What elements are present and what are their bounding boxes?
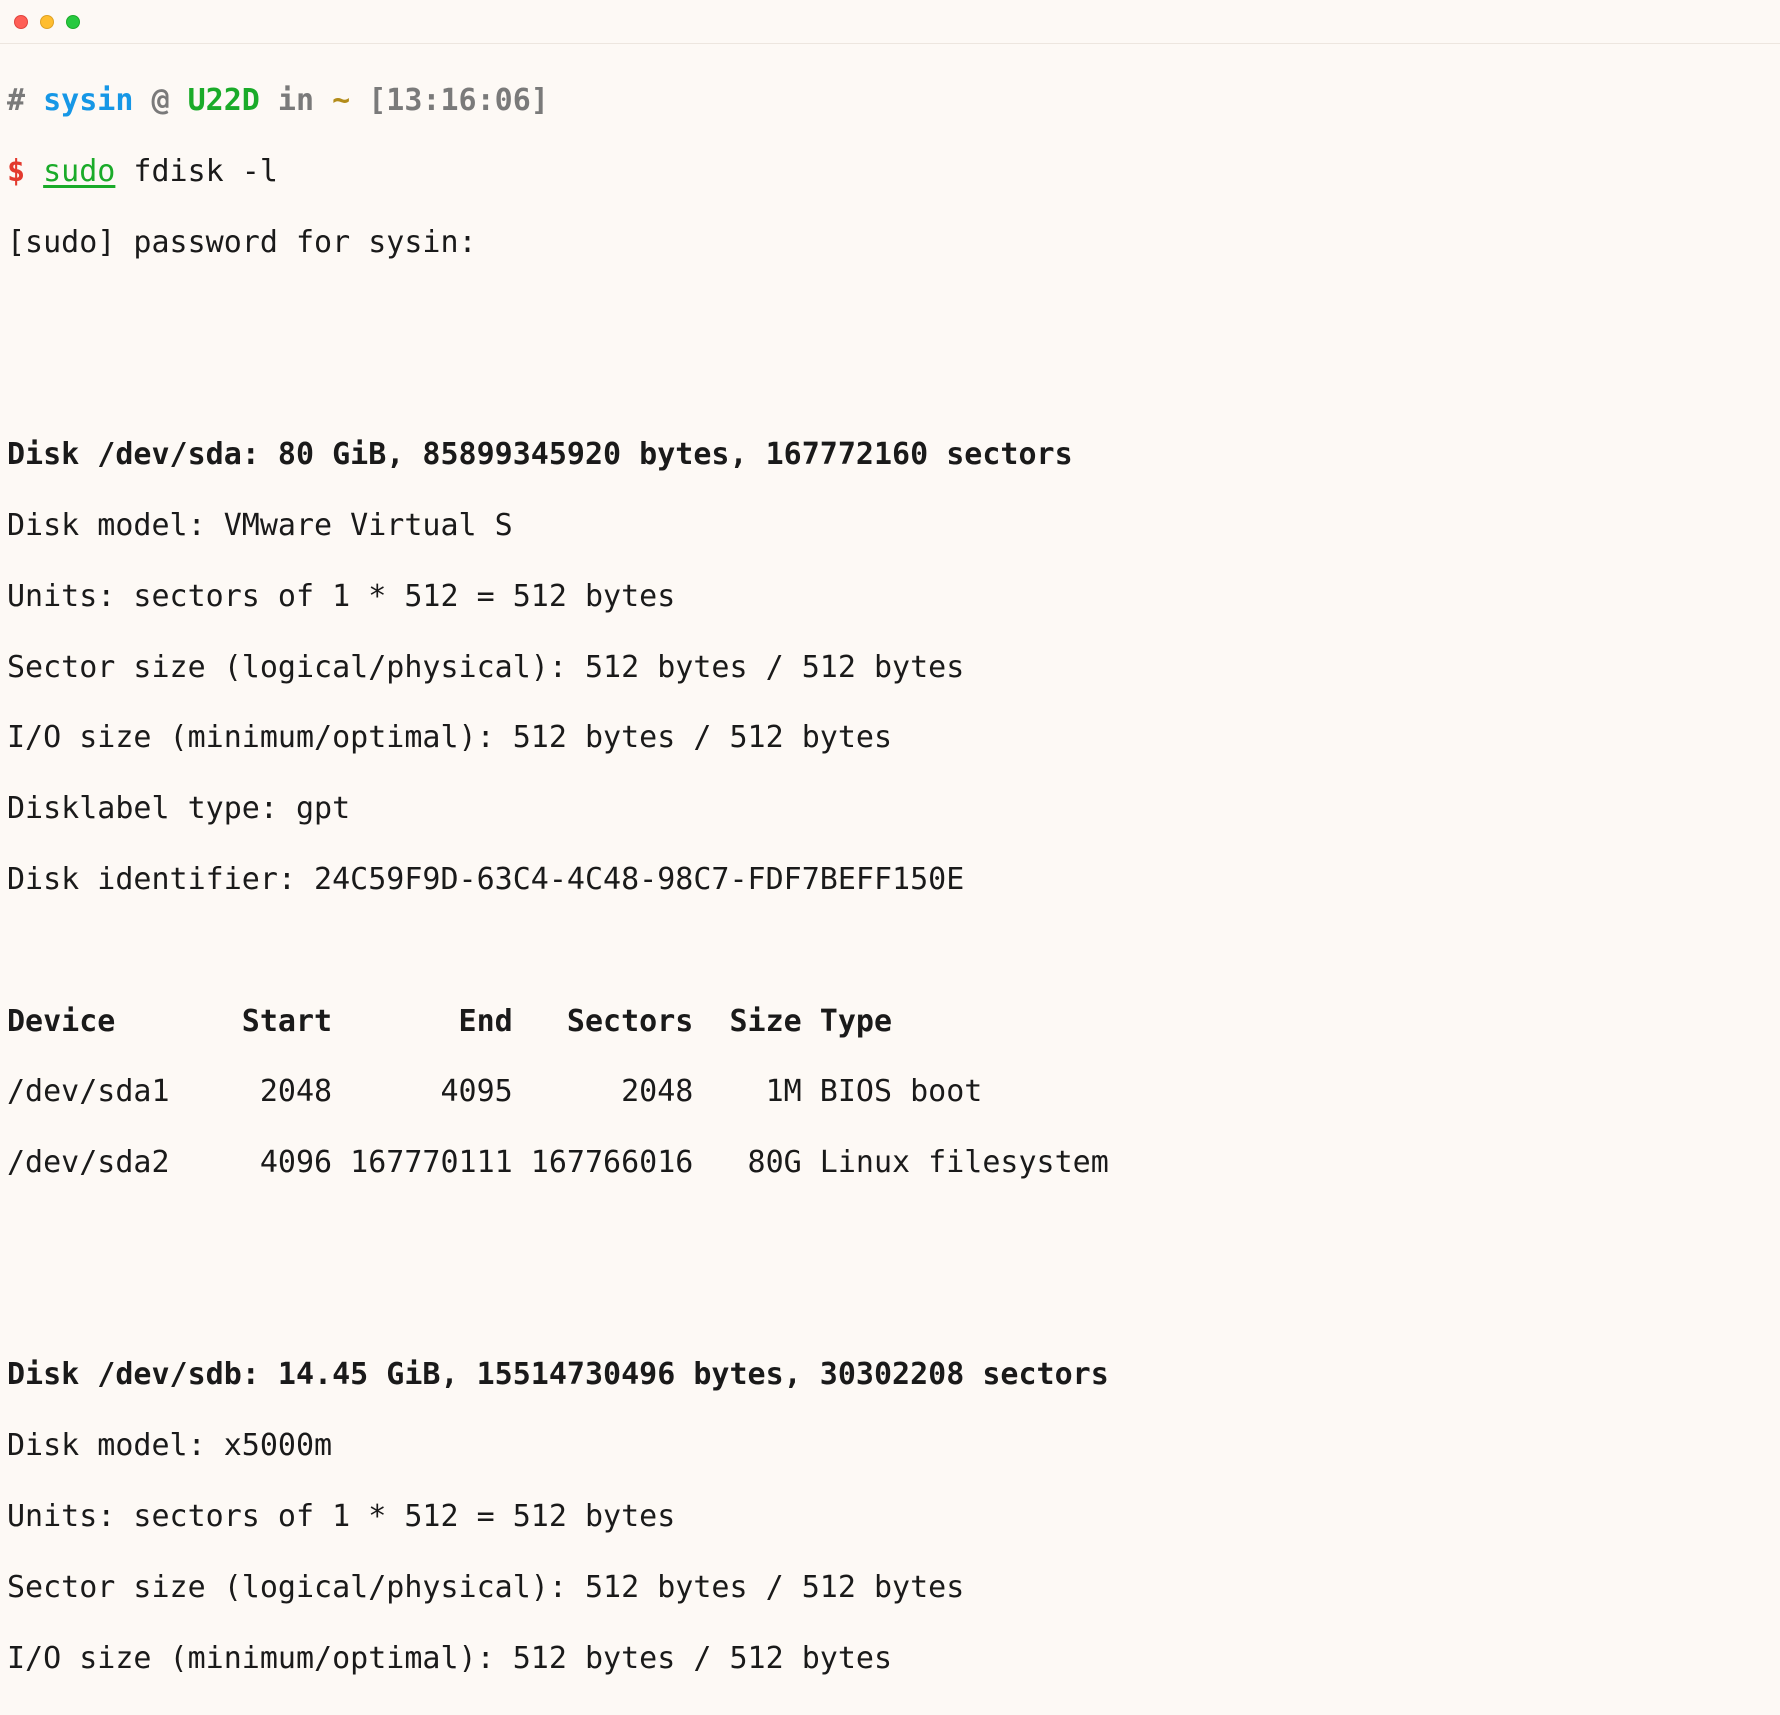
table-row: /dev/sda2 4096 167770111 167766016 80G L… bbox=[7, 1145, 1773, 1180]
disk2-header: Disk /dev/sdb: 14.45 GiB, 15514730496 by… bbox=[7, 1357, 1773, 1392]
sudo-password-prompt: [sudo] password for sysin: bbox=[7, 225, 1773, 260]
terminal-area[interactable]: # sysin @ U22D in ~ [13:16:06] $ sudo fd… bbox=[0, 44, 1780, 1715]
disk1-io-size: I/O size (minimum/optimal): 512 bytes / … bbox=[7, 720, 1773, 755]
table-row: /dev/sda1 2048 4095 2048 1M BIOS boot bbox=[7, 1074, 1773, 1109]
window-minimize-button[interactable] bbox=[40, 15, 54, 29]
prompt-at: @ bbox=[133, 83, 187, 118]
prompt-dollar: $ bbox=[7, 154, 25, 189]
prompt-hash: # bbox=[7, 83, 25, 118]
prompt-cwd: ~ bbox=[332, 83, 350, 118]
prompt-line-1: # sysin @ U22D in ~ [13:16:06] bbox=[7, 83, 1773, 118]
disk1-units: Units: sectors of 1 * 512 = 512 bytes bbox=[7, 579, 1773, 614]
prompt-time: [13:16:06] bbox=[350, 83, 549, 118]
window-maximize-button[interactable] bbox=[66, 15, 80, 29]
command-sudo: sudo bbox=[43, 154, 115, 189]
partition-table-header: Device Start End Sectors Size Type bbox=[7, 1004, 1773, 1039]
disk1-identifier: Disk identifier: 24C59F9D-63C4-4C48-98C7… bbox=[7, 862, 1773, 897]
disk1-header: Disk /dev/sda: 80 GiB, 85899345920 bytes… bbox=[7, 437, 1773, 472]
disk1-label-type: Disklabel type: gpt bbox=[7, 791, 1773, 826]
disk1-sector-size: Sector size (logical/physical): 512 byte… bbox=[7, 650, 1773, 685]
disk1-model: Disk model: VMware Virtual S bbox=[7, 508, 1773, 543]
window-close-button[interactable] bbox=[14, 15, 28, 29]
prompt-host: U22D bbox=[188, 83, 260, 118]
command-args: fdisk -l bbox=[115, 154, 278, 189]
disk2-units: Units: sectors of 1 * 512 = 512 bytes bbox=[7, 1499, 1773, 1534]
disk2-sector-size: Sector size (logical/physical): 512 byte… bbox=[7, 1570, 1773, 1605]
prompt-line-2: $ sudo fdisk -l bbox=[7, 154, 1773, 189]
prompt-in: in bbox=[260, 83, 332, 118]
prompt-user: sysin bbox=[43, 83, 133, 118]
disk2-model: Disk model: x5000m bbox=[7, 1428, 1773, 1463]
window-titlebar bbox=[0, 0, 1780, 44]
disk2-io-size: I/O size (minimum/optimal): 512 bytes / … bbox=[7, 1641, 1773, 1676]
